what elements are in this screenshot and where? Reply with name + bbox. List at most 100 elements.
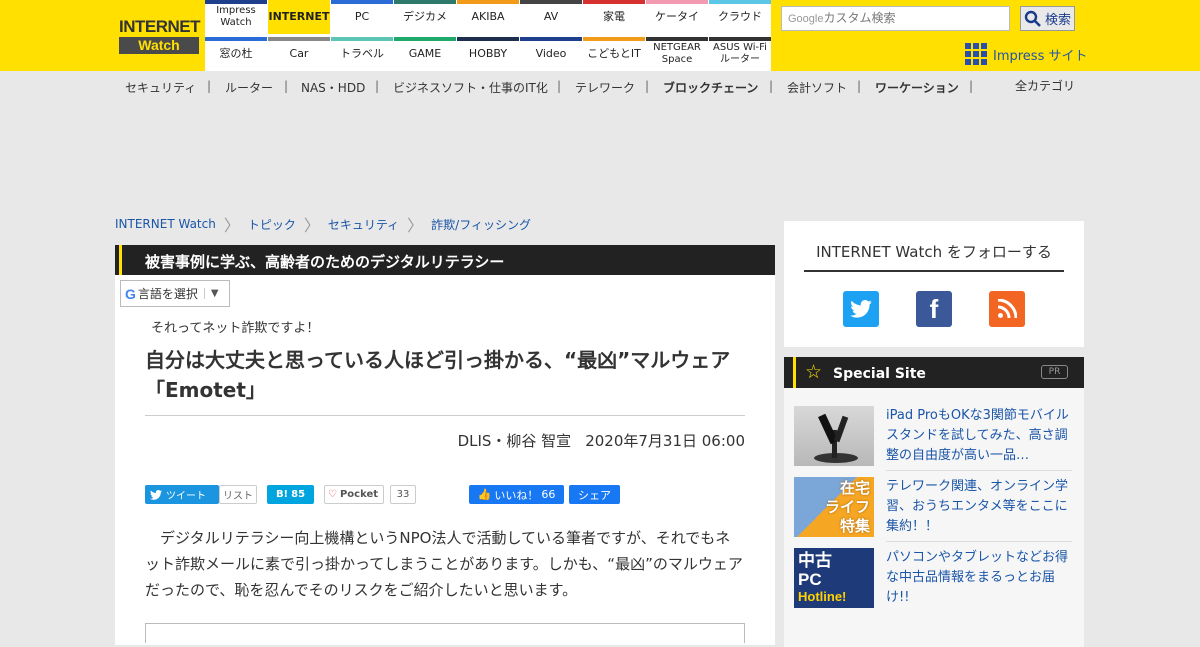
nav-tab-bottom-3[interactable]: GAME xyxy=(394,37,456,71)
series-stripe xyxy=(119,245,122,275)
nav-tab-top-3[interactable]: デジカメ xyxy=(394,0,456,34)
impress-sites-link[interactable]: Impress サイト xyxy=(965,42,1088,66)
breadcrumb-item-2[interactable]: セキュリティ xyxy=(328,216,399,233)
thumb-line-2: PC xyxy=(798,570,822,589)
nav-tab-label: 窓の杜 xyxy=(219,47,253,60)
subnav-separator: | xyxy=(557,79,562,93)
breadcrumb-item-0[interactable]: INTERNET Watch xyxy=(115,217,216,231)
nav-color-bar xyxy=(709,37,771,41)
nav-tab-top-8[interactable]: クラウド xyxy=(709,0,771,34)
thumb-line-1: 中古 xyxy=(798,551,832,570)
rss-follow-button[interactable] xyxy=(989,291,1025,327)
item-divider xyxy=(886,470,1072,471)
nav-tab-bottom-8[interactable]: ASUS Wi-Fiルーター xyxy=(709,37,771,71)
subnav-item-1[interactable]: ルーター xyxy=(225,79,273,96)
thumb-line-3: Hotline! xyxy=(798,589,847,604)
facebook-share-button[interactable]: シェア xyxy=(569,485,620,504)
twitter-bird-icon xyxy=(150,489,162,500)
nav-color-bar xyxy=(394,0,456,4)
nav-tab-bottom-0[interactable]: 窓の杜 xyxy=(205,37,267,71)
language-select-label: 言語を選択 xyxy=(137,287,198,301)
nav-tab-top-2[interactable]: PC xyxy=(331,0,393,34)
twitter-icon xyxy=(850,300,872,318)
special-item-text: iPad ProもOKな3関節モバイルスタンドを試してみた、高さ調整の自由度が高… xyxy=(886,408,1069,463)
breadcrumb-item-1[interactable]: トピック xyxy=(248,216,296,233)
twitter-list-button[interactable]: リスト xyxy=(219,485,257,504)
special-stripe xyxy=(793,357,796,388)
subnav-item-3[interactable]: ビジネスソフト・仕事のIT化 xyxy=(393,79,548,96)
chevron-right-icon: 〉 xyxy=(223,216,240,235)
search-placeholder: カスタム検索 xyxy=(823,11,896,25)
search-icon xyxy=(1024,10,1041,27)
item-divider xyxy=(886,541,1072,542)
series-header[interactable]: 被害事例に学ぶ、高齢者のためのデジタルリテラシー xyxy=(115,245,775,275)
article-author: DLIS・柳谷 智宣 xyxy=(457,432,572,450)
twitter-follow-button[interactable] xyxy=(843,291,879,327)
nav-color-bar xyxy=(646,0,708,4)
special-site-panel: ☆ Special Site PR iPad ProもOKな3関節モバイルスタン… xyxy=(784,357,1084,647)
nav-tab-label: 家電 xyxy=(603,10,625,23)
facebook-follow-button[interactable]: f xyxy=(916,291,952,327)
nav-color-bar xyxy=(457,0,519,4)
top-bar: INTERNET Watch Impress Watch INTERNET PC デジ… xyxy=(0,0,1200,71)
subnav-separator: | xyxy=(769,79,774,93)
category-subnav: 全カテゴリ セキュリティ | ルーター | NAS・HDD | ビジネスソフト・仕事のIT化… xyxy=(0,71,1200,101)
impress-sites-label: Impress サイト xyxy=(993,48,1088,64)
nav-color-bar xyxy=(205,0,267,4)
hatena-bookmark-button[interactable]: B! 85 xyxy=(267,485,314,504)
nav-tab-label: PC xyxy=(354,10,370,23)
all-categories-link[interactable]: 全カテゴリ xyxy=(1015,77,1075,94)
subnav-item-5[interactable]: ブロックチェーン xyxy=(663,79,758,96)
series-title: 被害事例に学ぶ、高齢者のためのデジタルリテラシー xyxy=(145,253,505,271)
special-site-header: ☆ Special Site PR xyxy=(784,357,1084,388)
nav-tab-bottom-4[interactable]: HOBBY xyxy=(457,37,519,71)
special-item-text: テレワーク関連、オンライン学習、おうちエンタメ等をここに集約！！ xyxy=(886,479,1069,534)
special-item-used-pc[interactable]: 中古 PC Hotline! パソコンやタブレットなどお得な中古品情報をまるっと… xyxy=(794,548,1074,618)
pocket-count: 33 xyxy=(390,485,416,504)
nav-tab-bottom-5[interactable]: Video xyxy=(520,37,582,71)
nav-tab-label: トラベル xyxy=(340,47,384,60)
nav-tab-top-0[interactable]: Impress Watch xyxy=(205,0,267,34)
nav-tab-top-7[interactable]: ケータイ xyxy=(646,0,708,34)
nav-tab-top-1[interactable]: INTERNET xyxy=(268,0,330,34)
pocket-label: Pocket xyxy=(339,489,379,500)
article-headline: 自分は大丈夫と思っている人ほど引っ掛かる、“最凶”マルウェア「Emotet」 xyxy=(145,348,731,402)
nav-tab-top-6[interactable]: 家電 xyxy=(583,0,645,34)
facebook-like-button[interactable]: 👍 いいね！ 66 xyxy=(469,485,564,504)
subnav-item-4[interactable]: テレワーク xyxy=(575,79,635,96)
tweet-button[interactable]: ツイート xyxy=(145,485,219,504)
breadcrumb-item-3[interactable]: 詐欺/フィッシング xyxy=(431,216,531,233)
follow-panel: INTERNET Watch をフォローする f xyxy=(784,221,1084,347)
nav-tab-label: GAME xyxy=(408,47,442,60)
nav-tab-bottom-1[interactable]: Car xyxy=(268,37,330,71)
nav-color-bar xyxy=(583,0,645,4)
nav-tab-bottom-2[interactable]: トラベル xyxy=(331,37,393,71)
nav-tab-top-4[interactable]: AKIBA xyxy=(457,0,519,34)
language-select[interactable]: G 言語を選択 ▼ xyxy=(120,280,230,307)
special-site-title: Special Site xyxy=(833,366,926,382)
headline-divider xyxy=(145,415,745,416)
subnav-item-6[interactable]: 会計ソフト xyxy=(787,79,847,96)
search-button[interactable]: 検索 xyxy=(1020,6,1075,31)
search-input[interactable]: Googleカスタム検索 xyxy=(781,6,1010,31)
thumb-line-3: 特集 xyxy=(839,517,870,535)
nav-tab-bottom-7[interactable]: NETGEAR Space xyxy=(646,37,708,71)
nav-tab-bottom-6[interactable]: こどもとIT xyxy=(583,37,645,71)
special-item-stand[interactable]: iPad ProもOKな3関節モバイルスタンドを試してみた、高さ調整の自由度が高… xyxy=(794,406,1074,476)
stand-thumbnail xyxy=(794,406,874,466)
nav-color-bar xyxy=(520,37,582,41)
subnav-separator: | xyxy=(375,79,380,93)
site-logo[interactable]: INTERNET Watch xyxy=(119,18,201,55)
pr-badge: PR xyxy=(1041,365,1068,379)
star-icon: ☆ xyxy=(805,361,823,383)
subnav-item-0[interactable]: セキュリティ xyxy=(125,79,196,96)
nav-tab-label: HOBBY xyxy=(468,47,508,60)
special-item-remote-life[interactable]: 在宅 ライフ 特集 テレワーク関連、オンライン学習、おうちエンタメ等をここに集約… xyxy=(794,477,1074,547)
thumbs-up-icon: 👍 xyxy=(477,488,492,501)
nav-tab-top-5[interactable]: AV xyxy=(520,0,582,34)
subnav-item-7[interactable]: ワーケーション xyxy=(875,79,959,96)
thumb-line-1: 在宅 xyxy=(839,479,870,497)
subnav-item-2[interactable]: NAS・HDD xyxy=(301,79,365,96)
pocket-button[interactable]: ♡ Pocket xyxy=(324,485,384,504)
google-label: Google xyxy=(788,13,824,25)
